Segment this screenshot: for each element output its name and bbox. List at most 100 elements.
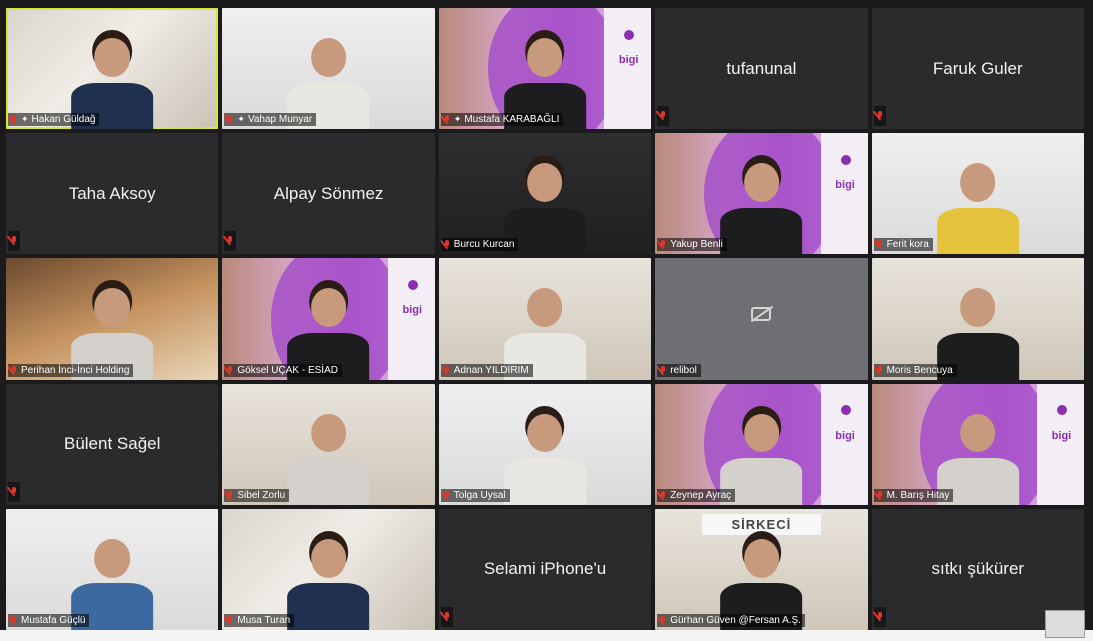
- muted-mic-icon: [10, 486, 18, 496]
- participant-name: Göksel UÇAK - ESİAD: [237, 364, 338, 376]
- participant-tile[interactable]: bigi Zeynep Ayraç: [655, 383, 868, 505]
- muted-mic-icon: [659, 615, 667, 625]
- participant-name: M. Barış Hitay: [886, 489, 950, 501]
- participant-tile[interactable]: ✦ Vahap Munyar: [222, 8, 435, 130]
- participant-video: [280, 408, 378, 505]
- brand-panel: [820, 133, 868, 255]
- participant-head: [310, 413, 347, 453]
- participant-name: Mustafa KARABAĞLI: [464, 114, 560, 126]
- muted-mic-icon: [659, 111, 667, 120]
- participant-head: [743, 413, 779, 453]
- participant-name-label: ✦ Mustafa KARABAĞLI: [440, 113, 564, 127]
- participant-tile[interactable]: Perihan İnci-İnci Holding: [6, 258, 219, 380]
- participant-head: [527, 163, 563, 203]
- muted-mic-icon: [876, 111, 884, 120]
- participant-head: [743, 163, 779, 203]
- participant-name: Ferit kora: [886, 239, 929, 251]
- participant-head: [310, 538, 347, 578]
- participant-name: Adnan YILDIRIM: [453, 364, 529, 376]
- participant-tile[interactable]: Taha Aksoy: [6, 133, 219, 255]
- participant-name: Bülent Sağel: [63, 434, 161, 454]
- participant-tile[interactable]: bigi M. Barış Hitay: [871, 383, 1084, 505]
- participant-body: [287, 583, 370, 630]
- brand-logo-text: bigi: [618, 54, 639, 67]
- participant-tile[interactable]: SİRKECİ Gürhan Güven @Fersan A.Ş.: [655, 508, 868, 630]
- participant-head: [960, 413, 996, 453]
- brand-panel: [1037, 383, 1084, 505]
- participant-video: [713, 157, 811, 255]
- participant-head: [527, 38, 563, 77]
- participant-name: Taha Aksoy: [68, 183, 156, 203]
- muted-mic-icon: [226, 490, 234, 500]
- participant-tile[interactable]: Tolga Uysal: [438, 383, 652, 505]
- participant-name-label: Tolga Uysal: [440, 488, 510, 502]
- brand-panel: [820, 383, 868, 505]
- participant-name-label: Gürhan Güven @Fersan A.Ş.: [657, 613, 805, 627]
- participant-name: Hakan Güldağ: [31, 114, 96, 126]
- participant-name-label: Perihan İnci-İnci Holding: [8, 363, 134, 377]
- participant-head: [527, 413, 563, 453]
- muted-mic-icon: [10, 236, 18, 245]
- participant-tile[interactable]: bigi ✦ Mustafa KARABAĞLI: [438, 8, 652, 130]
- participant-tile[interactable]: Mustafa Güçlü: [6, 508, 219, 630]
- participant-name-label: Mustafa Güçlü: [8, 613, 90, 627]
- participant-tile[interactable]: bigi Göksel UÇAK - ESİAD: [222, 258, 435, 380]
- participant-tile[interactable]: Selami iPhone'u: [438, 508, 652, 630]
- participant-tile[interactable]: Faruk Guler: [871, 8, 1084, 130]
- participant-name: Zeynep Ayraç: [670, 489, 732, 501]
- participant-video: [496, 408, 594, 505]
- participant-name-label: Adnan YILDIRIM: [440, 363, 533, 377]
- participant-name: tufanunal: [726, 58, 797, 78]
- brand-logo-text: bigi: [402, 304, 423, 317]
- muted-mic-icon: [443, 365, 451, 375]
- participant-tile[interactable]: Sibel Zorlu: [222, 383, 435, 505]
- muted-mic-icon: [226, 115, 234, 124]
- participant-grid: ✦ Hakan Güldağ ✦ Vahap Munyar bigi ✦ Mustafa K…: [6, 8, 1084, 630]
- participant-tile[interactable]: Musa Turan: [222, 508, 435, 630]
- muted-mic-icon: [226, 615, 234, 625]
- participant-tile[interactable]: bigi Yakup Benli: [655, 133, 868, 255]
- muted-mic-icon: [876, 611, 884, 621]
- participant-name-label: Göksel UÇAK - ESİAD: [224, 363, 342, 377]
- participant-tile[interactable]: tufanunal: [655, 8, 868, 130]
- muted-mic-icon: [443, 490, 451, 500]
- participant-name: Musa Turan: [237, 614, 291, 626]
- muted-mic-indicator: [8, 481, 20, 502]
- participant-name: Tolga Uysal: [453, 489, 506, 501]
- muted-mic-icon: [443, 115, 451, 124]
- muted-mic-icon: [659, 240, 667, 249]
- participant-body: [503, 458, 586, 505]
- participant-tile[interactable]: Moris Bencuya: [871, 258, 1084, 380]
- participant-tile[interactable]: ✦ Hakan Güldağ: [6, 8, 219, 130]
- participant-name: Alpay Sönmez: [273, 183, 384, 203]
- participant-head: [527, 288, 563, 328]
- muted-mic-icon: [10, 115, 18, 124]
- participant-name: Yakup Benli: [670, 239, 723, 251]
- pin-icon: ✦: [21, 114, 29, 125]
- muted-mic-indicator: [440, 606, 453, 627]
- muted-mic-icon: [876, 490, 884, 500]
- participant-name-label: Yakup Benli: [657, 238, 727, 252]
- participant-tile[interactable]: Ferit kora: [871, 133, 1084, 255]
- participant-tile[interactable]: Alpay Sönmez: [222, 133, 435, 255]
- brand-logo-text: bigi: [1051, 429, 1072, 442]
- participant-tile[interactable]: relibol: [655, 258, 868, 380]
- participant-name-label: Sibel Zorlu: [224, 488, 290, 502]
- brand-logo-text: bigi: [835, 429, 855, 442]
- participant-name-label: Burcu Kurcan: [440, 238, 519, 252]
- participant-tile[interactable]: Adnan YILDIRIM: [438, 258, 652, 380]
- self-view-thumbnail[interactable]: [1045, 610, 1085, 638]
- participant-tile[interactable]: Bülent Sağel: [6, 383, 219, 505]
- participant-tile[interactable]: Burcu Kurcan: [438, 133, 652, 255]
- brand-logo-icon: [407, 280, 418, 291]
- participant-head: [743, 538, 779, 578]
- participant-head: [94, 38, 130, 77]
- brand-logo-text: bigi: [835, 179, 855, 192]
- participant-name-label: Moris Bencuya: [873, 363, 957, 377]
- participant-name: Gürhan Güven @Fersan A.Ş.: [670, 614, 801, 626]
- participant-name: Moris Bencuya: [886, 364, 953, 376]
- participant-body: [287, 458, 370, 505]
- muted-mic-icon: [876, 365, 884, 375]
- participant-body: [936, 207, 1019, 255]
- participant-video: [280, 533, 378, 630]
